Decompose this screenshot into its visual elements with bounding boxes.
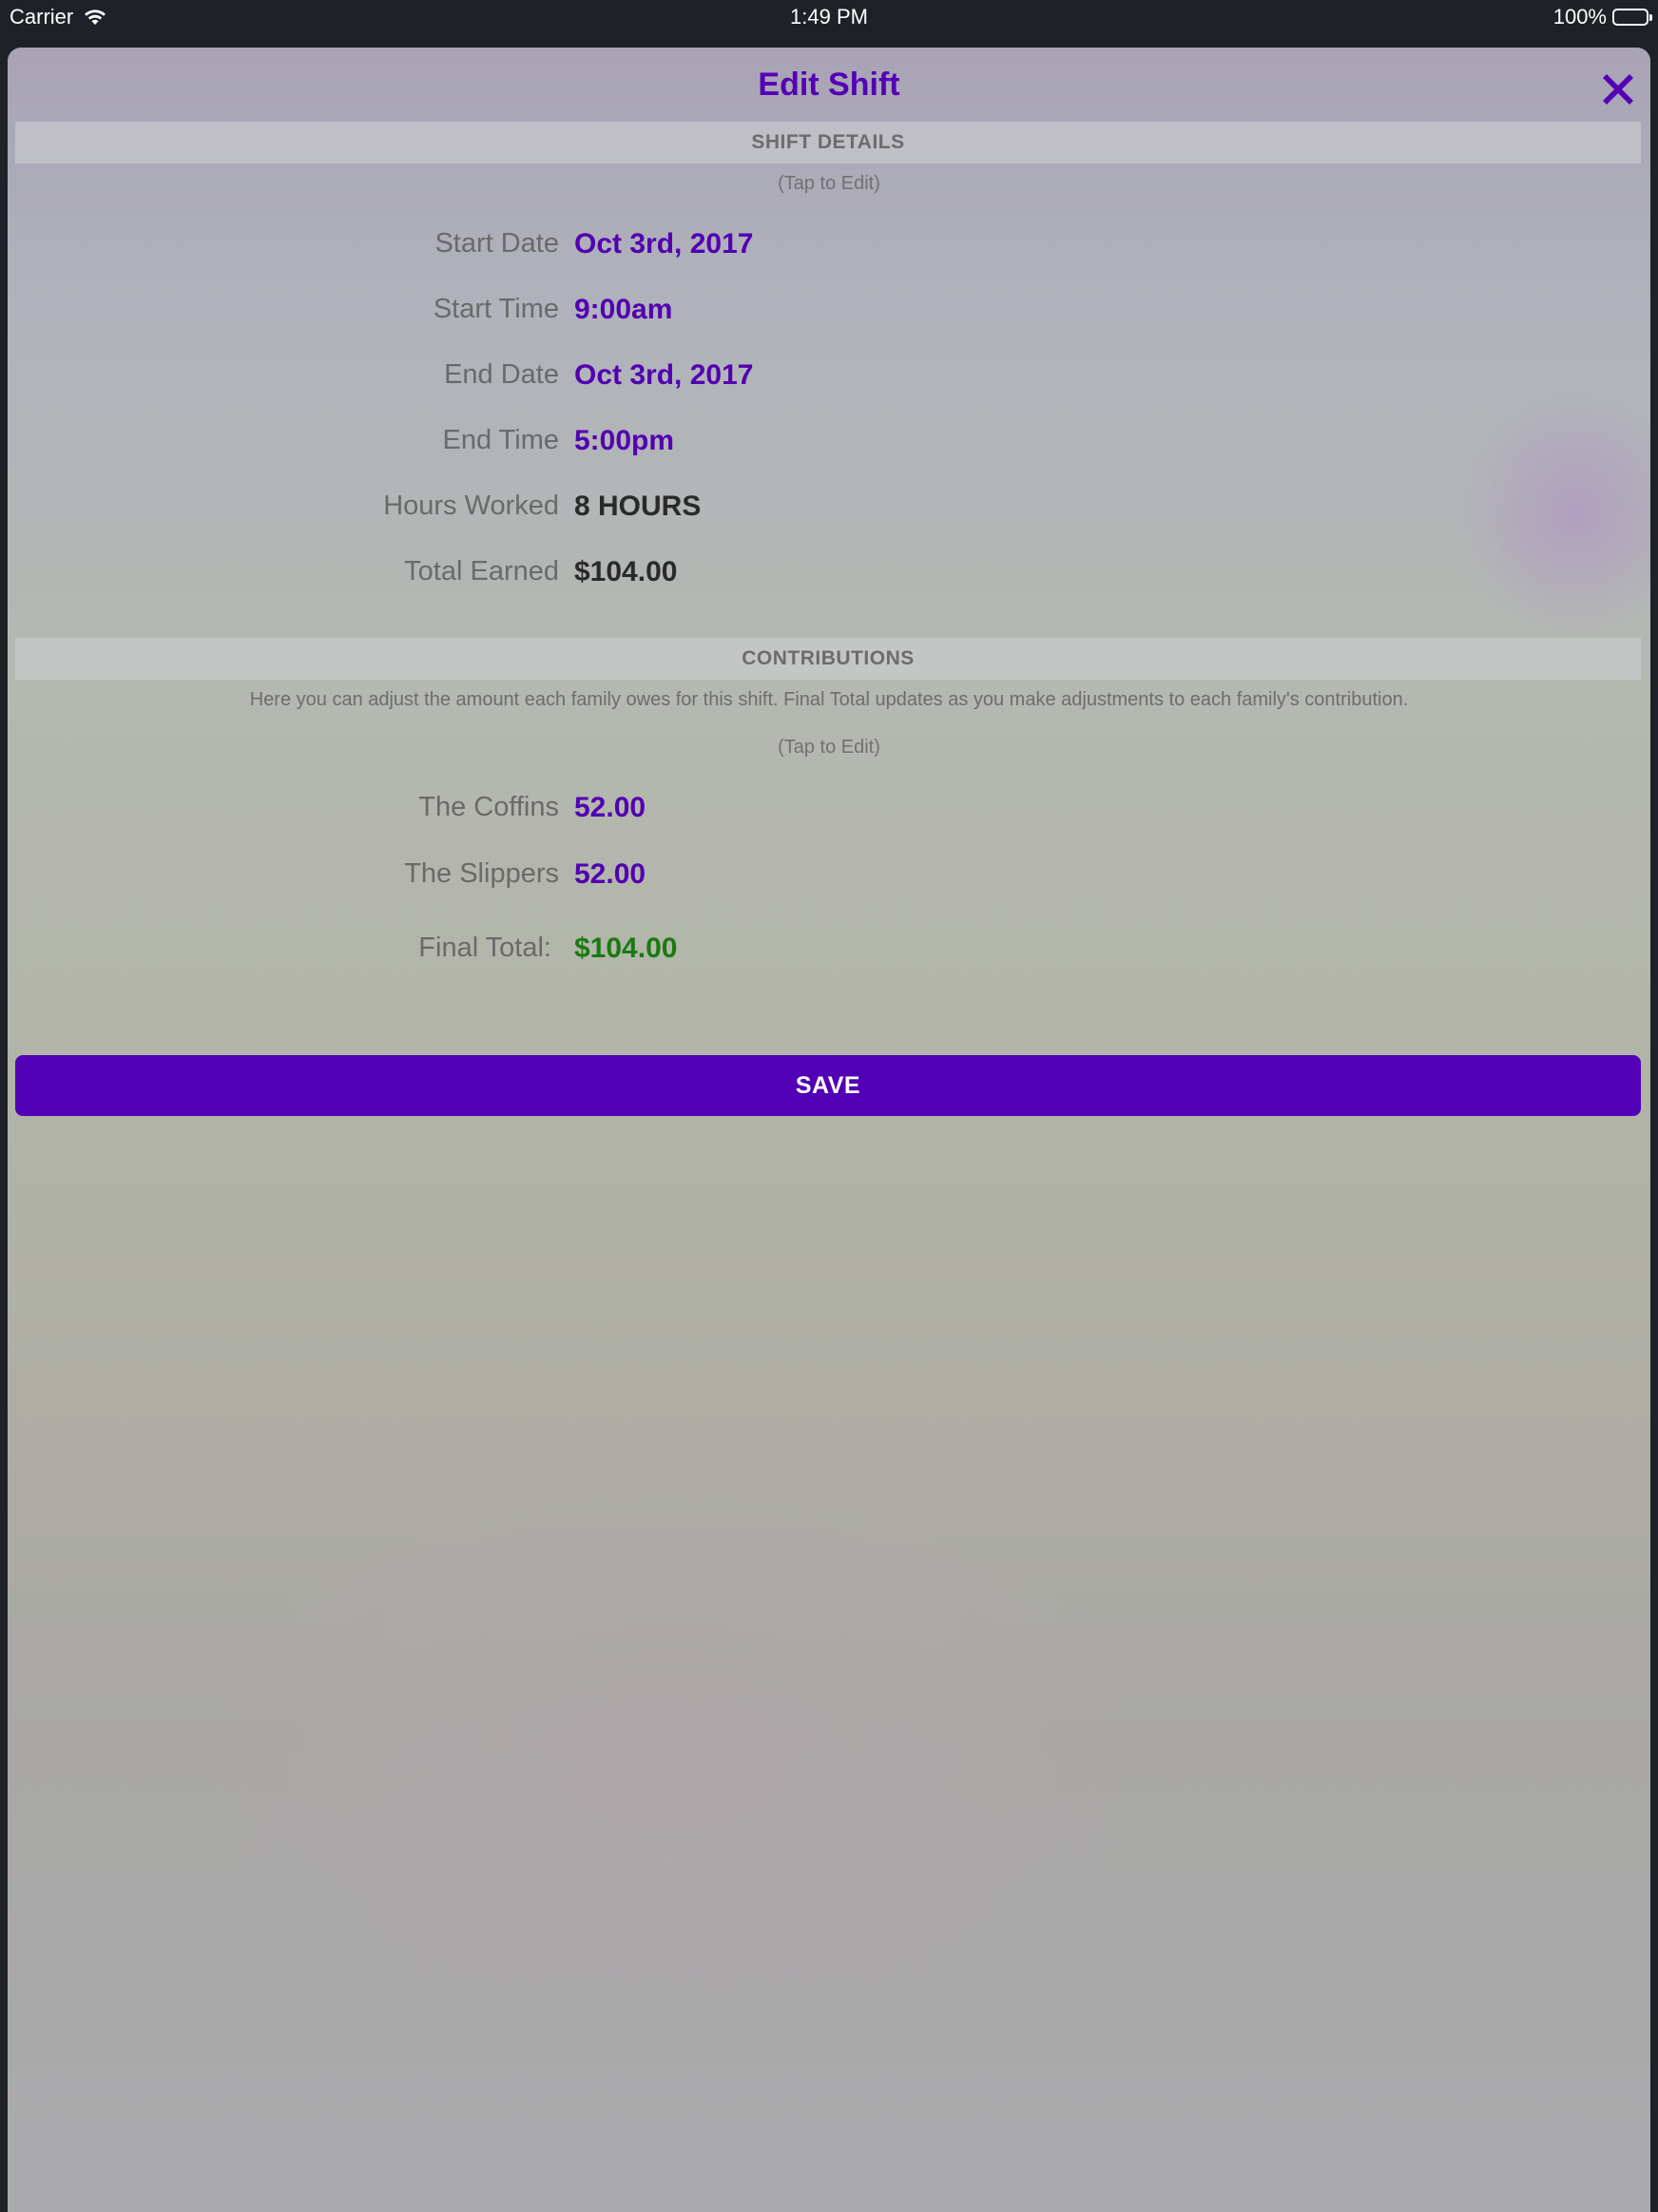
hours-worked-row: Hours Worked 8 HOURS	[8, 490, 1650, 532]
page-title: Edit Shift	[758, 67, 900, 103]
end-date-value[interactable]: Oct 3rd, 2017	[574, 359, 753, 392]
start-date-value[interactable]: Oct 3rd, 2017	[574, 228, 753, 260]
end-date-row[interactable]: End Date Oct 3rd, 2017	[8, 359, 1650, 401]
contributions-note: Here you can adjust the amount each fami…	[249, 689, 1409, 710]
family-label: The Slippers	[404, 858, 559, 889]
shift-details-tap-hint: (Tap to Edit)	[778, 173, 880, 194]
shift-details-header: SHIFT DETAILS	[15, 122, 1641, 163]
contributions-tap-hint: (Tap to Edit)	[778, 737, 880, 758]
family-label: The Coffins	[418, 792, 559, 822]
battery-icon	[1612, 9, 1652, 26]
final-total-row: Final Total: $104.00	[8, 933, 1650, 974]
battery-percent: 100%	[1552, 5, 1607, 29]
contributions-header: CONTRIBUTIONS	[15, 638, 1641, 680]
total-earned-row: Total Earned $104.00	[8, 556, 1650, 598]
start-date-row[interactable]: Start Date Oct 3rd, 2017	[8, 228, 1650, 270]
end-date-label: End Date	[444, 359, 559, 390]
total-earned-value: $104.00	[574, 556, 678, 587]
clock: 1:49 PM	[790, 5, 868, 29]
save-button[interactable]: SAVE	[15, 1055, 1641, 1116]
family-row-coffins[interactable]: The Coffins 52.00	[8, 792, 1650, 834]
start-time-row[interactable]: Start Time 9:00am	[8, 294, 1650, 336]
end-time-label: End Time	[442, 425, 560, 455]
end-time-row[interactable]: End Time 5:00pm	[8, 425, 1650, 467]
close-icon[interactable]	[1597, 68, 1639, 110]
start-time-value[interactable]: 9:00am	[574, 294, 672, 326]
hours-worked-value: 8 HOURS	[574, 490, 702, 522]
battery-indicator: 100%	[1552, 5, 1652, 29]
total-earned-label: Total Earned	[404, 556, 559, 587]
hours-worked-label: Hours Worked	[383, 490, 559, 521]
edit-shift-modal: Edit Shift SHIFT DETAILS (Tap to Edit) S…	[8, 48, 1650, 2212]
family-contribution-value[interactable]: 52.00	[574, 858, 646, 891]
final-total-label: Final Total:	[418, 933, 551, 963]
start-time-label: Start Time	[433, 294, 559, 324]
end-time-value[interactable]: 5:00pm	[574, 425, 674, 457]
status-bar: Carrier 1:49 PM 100%	[0, 0, 1658, 48]
start-date-label: Start Date	[434, 228, 559, 259]
final-total-value: $104.00	[574, 933, 678, 964]
family-row-slippers[interactable]: The Slippers 52.00	[8, 858, 1650, 900]
family-contribution-value[interactable]: 52.00	[574, 792, 646, 824]
